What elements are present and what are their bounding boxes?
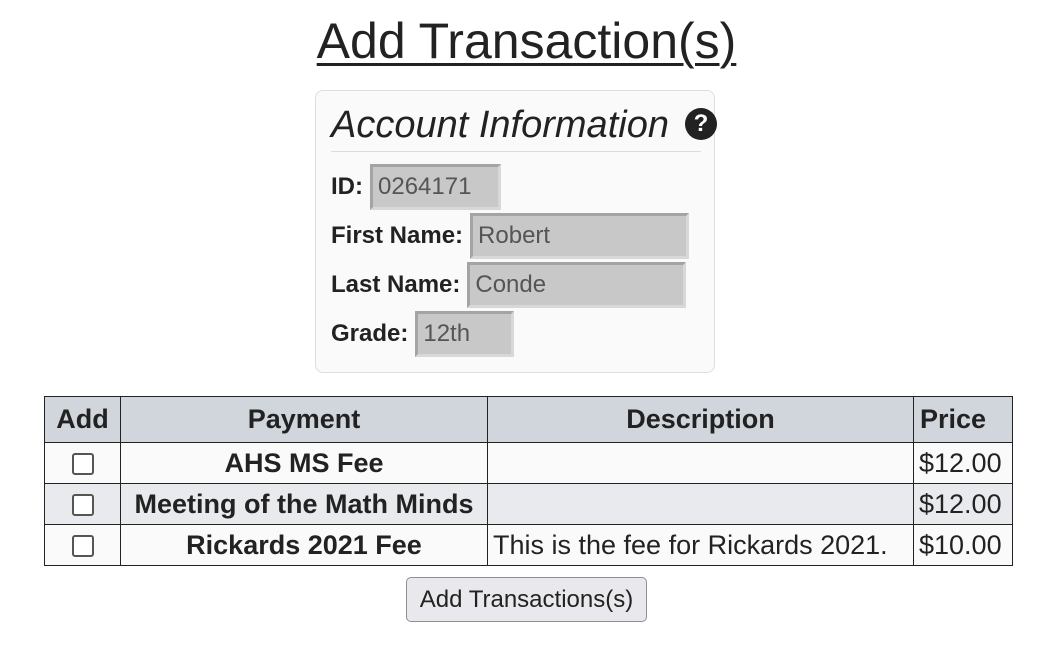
account-information-title: Account Information <box>331 104 669 146</box>
add-checkbox[interactable] <box>71 494 94 517</box>
add-cell <box>44 442 121 484</box>
first-name-label: First Name: <box>331 222 464 249</box>
page-title: Add Transaction(s) <box>316 13 737 69</box>
add-cell <box>44 483 121 525</box>
table-row: AHS MS Fee $12.00 <box>44 442 1013 484</box>
add-checkbox[interactable] <box>71 453 94 476</box>
price-cell: $12.00 <box>913 483 1013 525</box>
table-header-row: Add Payment Description Price <box>44 396 1013 443</box>
last-name-label: Last Name: <box>331 271 461 298</box>
payment-cell: Meeting of the Math Minds <box>120 483 488 525</box>
id-field-row: ID: <box>331 164 501 210</box>
last-name-field[interactable] <box>467 262 687 308</box>
column-header-add: Add <box>44 396 121 443</box>
column-header-description: Description <box>487 396 914 443</box>
first-name-field[interactable] <box>470 213 690 259</box>
account-information-panel: Account Information ? ID: First Name: La… <box>315 90 717 373</box>
add-transactions-button[interactable]: Add Transactions(s) <box>406 577 647 622</box>
description-cell <box>487 483 914 525</box>
table-row: Meeting of the Math Minds $12.00 <box>44 483 1013 525</box>
account-information-header: Account Information ? <box>331 103 717 152</box>
first-name-field-row: First Name: <box>331 213 690 259</box>
question-circle-icon[interactable]: ? <box>685 108 717 140</box>
last-name-field-row: Last Name: <box>331 262 687 308</box>
table-row: Rickards 2021 Fee This is the fee for Ri… <box>44 524 1013 566</box>
payment-cell: AHS MS Fee <box>120 442 488 484</box>
column-header-payment: Payment <box>120 396 488 443</box>
id-label: ID: <box>331 173 363 200</box>
column-header-price: Price <box>913 396 1013 443</box>
grade-label: Grade: <box>331 320 409 347</box>
description-cell: This is the fee for Rickards 2021. <box>487 524 914 566</box>
grade-field-row: Grade: <box>331 311 515 357</box>
payment-cell: Rickards 2021 Fee <box>120 524 488 566</box>
grade-field[interactable] <box>415 311 515 357</box>
description-cell <box>487 442 914 484</box>
add-checkbox[interactable] <box>71 535 94 558</box>
price-cell: $12.00 <box>913 442 1013 484</box>
id-field[interactable] <box>370 164 501 210</box>
transactions-table: Add Payment Description Price AHS MS Fee… <box>44 396 1013 566</box>
add-cell <box>44 524 121 566</box>
price-cell: $10.00 <box>913 524 1013 566</box>
